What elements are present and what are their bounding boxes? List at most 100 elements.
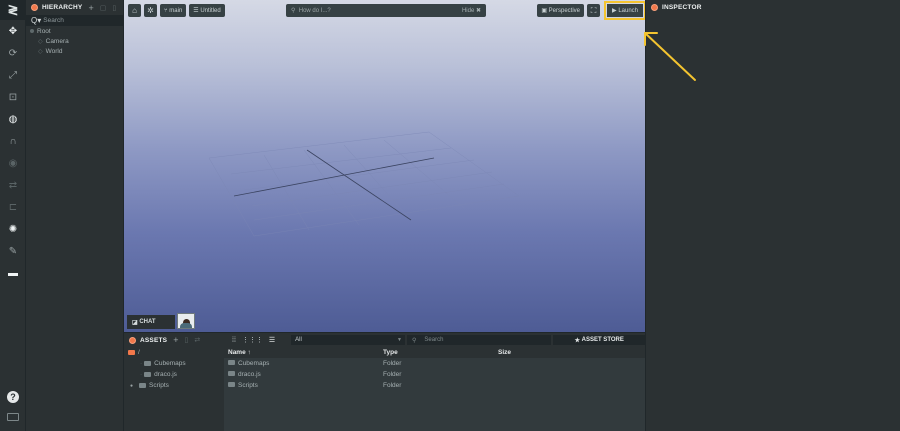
grid-large-icon[interactable]: ⁞⁞: [232, 337, 236, 344]
hide-button[interactable]: Hide ✖: [462, 7, 481, 14]
hierarchy-title: HIERARCHY: [42, 4, 83, 11]
tree-item-cubemaps[interactable]: · Cubemaps: [124, 358, 224, 369]
viewport-toolbar: ⌂ ✲ ⑂ main ☰ Untitled ⚲ How do I...? Hid…: [124, 0, 646, 21]
move-icon[interactable]: ✥: [0, 20, 26, 42]
assets-collapse-icon[interactable]: [129, 336, 136, 344]
tree-item-camera[interactable]: ◇ Camera: [26, 36, 123, 46]
asset-size: [494, 369, 534, 380]
assets-table: Name ↑ Type Size Cubemaps Folder draco.j…: [224, 347, 645, 391]
table-row[interactable]: draco.js Folder: [224, 369, 645, 380]
hierarchy-collapse-icon[interactable]: [31, 4, 38, 11]
branch-button[interactable]: ⑂ main: [160, 4, 187, 17]
scene-grid: [208, 131, 520, 237]
scene-viewport[interactable]: [124, 0, 645, 332]
folder-icon: [228, 360, 235, 365]
asset-type: Folder: [383, 371, 402, 378]
chat-label: CHAT: [139, 319, 156, 325]
inspector-collapse-icon[interactable]: [651, 4, 658, 11]
tree-item-label: World: [45, 47, 63, 55]
tree-item-label: Root: [37, 27, 51, 35]
add-asset-icon[interactable]: +: [173, 335, 178, 345]
link-icon[interactable]: ⊏: [0, 196, 26, 218]
eye-icon[interactable]: ◉: [0, 152, 26, 174]
assets-title: ASSETS: [140, 336, 168, 344]
table-header-row: Name ↑ Type Size: [224, 347, 645, 358]
folder-icon: [228, 371, 235, 376]
fullscreen-button[interactable]: ⛶: [587, 4, 601, 17]
chat-icon: ◪: [132, 319, 140, 326]
tree-item-root-folder[interactable]: /: [124, 347, 224, 358]
folder-icon: [228, 382, 235, 387]
fullscreen-icon: ⛶: [590, 5, 597, 15]
tree-item-label: draco.js: [154, 371, 177, 378]
table-row[interactable]: Cubemaps Folder: [224, 358, 645, 369]
list-icon: ☰: [193, 8, 201, 14]
scale-icon[interactable]: ⤢: [0, 64, 26, 86]
inspector-panel: INSPECTOR: [645, 0, 900, 431]
delete-icon[interactable]: ▯: [112, 4, 116, 12]
asset-name: Cubemaps: [238, 360, 270, 367]
help-search-input[interactable]: ⚲ How do I...? Hide ✖: [286, 4, 486, 17]
tree-item-scripts[interactable]: ● Scripts: [124, 380, 224, 391]
avatar[interactable]: [177, 313, 195, 329]
settings-button[interactable]: ✲: [144, 4, 157, 17]
delete-asset-icon[interactable]: ▯: [184, 336, 188, 344]
asset-type: Folder: [383, 382, 402, 389]
hierarchy-search-input[interactable]: Search: [43, 17, 64, 24]
close-icon: ✖: [475, 8, 481, 14]
column-header-name[interactable]: Name ↑: [224, 347, 379, 358]
app-logo[interactable]: ≷: [0, 0, 26, 20]
translate-local-icon[interactable]: ⇄: [0, 174, 26, 196]
tree-item-root[interactable]: Root: [26, 26, 123, 36]
column-header-size[interactable]: Size: [494, 347, 534, 358]
help-icon: ?: [7, 391, 19, 403]
grid-small-icon[interactable]: ⋮⋮⋮: [242, 336, 263, 344]
list-view-icon[interactable]: ☰: [269, 336, 275, 344]
edit-icon[interactable]: ✎: [0, 240, 26, 262]
perspective-button[interactable]: ▣ Perspective: [537, 4, 585, 17]
world-icon[interactable]: ◍: [0, 108, 26, 130]
folder-icon: [144, 372, 152, 377]
star-icon: ★: [574, 337, 582, 344]
expand-icon[interactable]: ●: [130, 383, 133, 389]
asset-store-button[interactable]: ★ ASSET STORE: [553, 335, 645, 345]
tree-item-draco[interactable]: · draco.js: [124, 369, 224, 380]
chat-tab[interactable]: ◪ CHAT: [127, 315, 175, 329]
refresh-icon[interactable]: ⇄: [194, 336, 200, 344]
keyboard-button[interactable]: [0, 413, 26, 421]
home-button[interactable]: ⌂: [128, 4, 141, 17]
tree-item-world[interactable]: ◇ World: [26, 46, 123, 56]
spacer-cell: [534, 380, 645, 391]
rotate-icon[interactable]: ⟳: [0, 42, 26, 64]
asset-filter-select[interactable]: All ▼: [291, 335, 405, 345]
assets-browser: ⁞⁞ ⋮⋮⋮ ☰ All ▼ ⚲ Search ★ ASSET STORE Na…: [224, 333, 645, 431]
asset-name-cell: Cubemaps: [224, 358, 379, 369]
help-button[interactable]: ?: [0, 391, 26, 403]
tree-item-label: Cubemaps: [154, 360, 186, 367]
asset-name: Scripts: [238, 382, 258, 389]
launch-label: Launch: [618, 7, 638, 14]
layout-icon[interactable]: ▬: [0, 262, 26, 284]
keyboard-icon: [7, 413, 19, 421]
resize-icon[interactable]: ⊡: [0, 86, 26, 108]
scene-button[interactable]: ☰ Untitled: [189, 4, 225, 17]
snap-icon[interactable]: ∩: [0, 130, 26, 152]
branch-label: main: [169, 7, 183, 14]
column-header-type[interactable]: Type: [379, 347, 494, 358]
launch-button[interactable]: ▶ Launch: [604, 1, 646, 20]
add-entity-icon[interactable]: +: [88, 3, 93, 13]
entity-icon: ◇: [38, 48, 43, 55]
hierarchy-search[interactable]: Q▾ Search: [26, 15, 123, 26]
folder-icon: [139, 383, 147, 388]
avatar-body: [180, 323, 192, 328]
table-row[interactable]: Scripts Folder: [224, 380, 645, 391]
bake-light-icon[interactable]: ✺: [0, 218, 26, 240]
duplicate-icon[interactable]: ▢: [100, 4, 107, 12]
tree-line: ·: [140, 360, 143, 367]
asset-size: [494, 358, 534, 369]
scene-label: Untitled: [200, 7, 221, 14]
assets-search-input[interactable]: ⚲ Search: [407, 335, 552, 345]
column-header-spacer: [534, 347, 645, 358]
help-search-placeholder: How do I...?: [298, 7, 331, 14]
asset-type: Folder: [383, 360, 402, 367]
